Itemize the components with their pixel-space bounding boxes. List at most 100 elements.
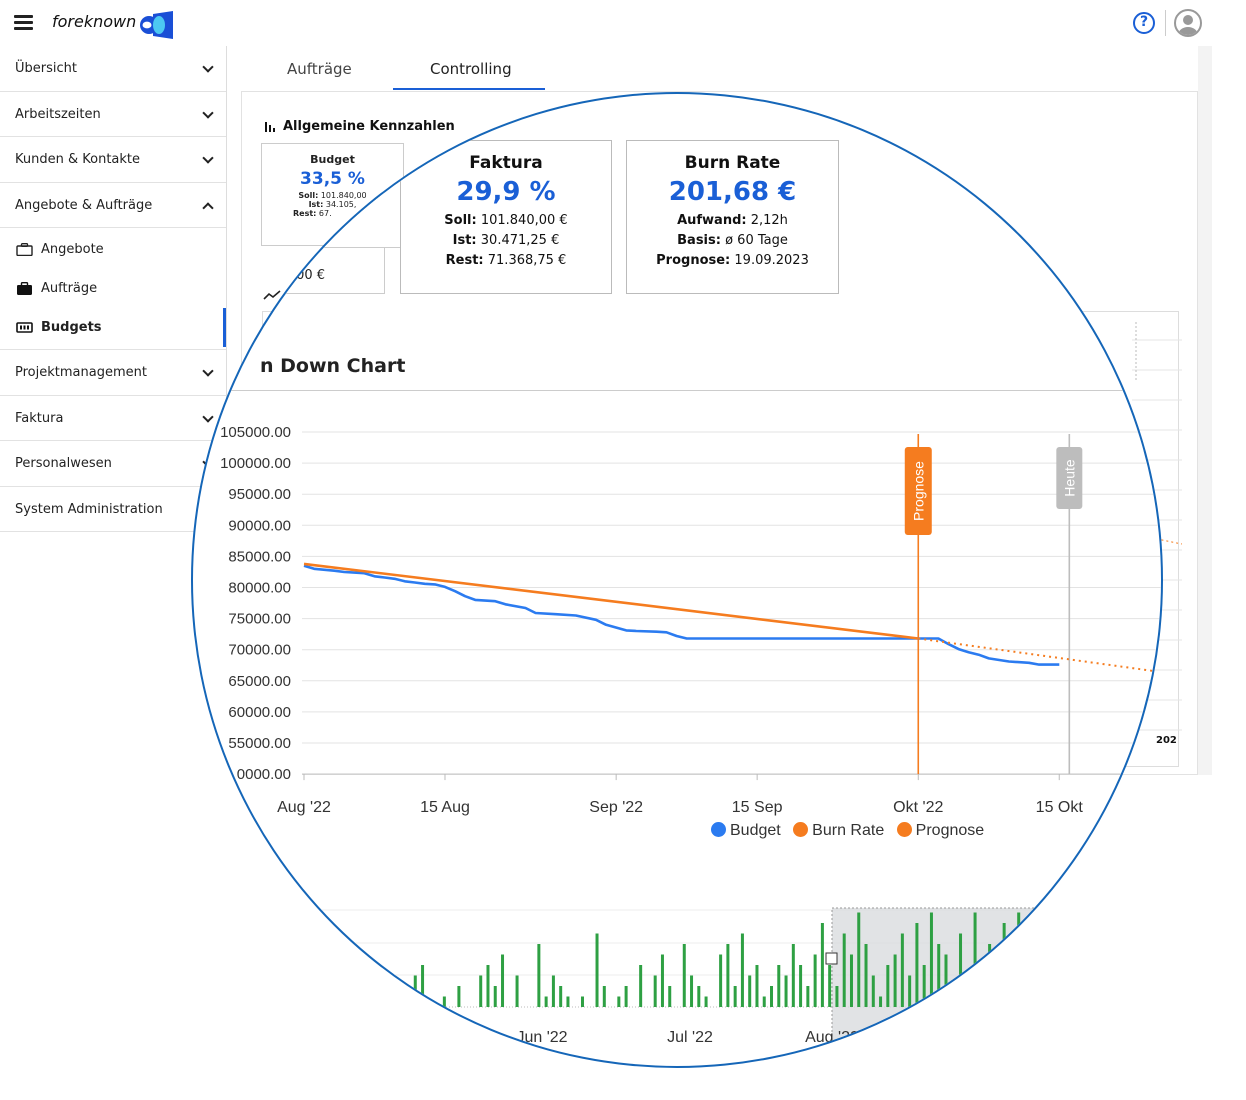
navigator-bar xyxy=(421,965,425,1007)
navigator-bar xyxy=(813,954,817,1007)
navigator-bar xyxy=(544,996,548,1007)
navigator-bar xyxy=(559,986,563,1007)
navigator-bar xyxy=(900,933,904,1007)
navigator-bar xyxy=(929,912,933,1007)
navigator-bar xyxy=(755,965,759,1007)
legend-item-prognose[interactable]: Prognose xyxy=(896,822,984,839)
navigator-bar xyxy=(457,986,461,1007)
navigator-bar xyxy=(479,975,483,1007)
briefcase-outline-icon xyxy=(16,243,33,256)
legend-item-budget[interactable]: Budget xyxy=(711,822,781,839)
navigator-bar xyxy=(319,986,323,1007)
legend-dot-icon xyxy=(896,822,912,837)
navigator-bar xyxy=(849,954,853,1007)
navigator-bar xyxy=(1039,933,1042,1007)
navigator-bar xyxy=(973,912,977,1007)
navigator-bar xyxy=(580,996,584,1007)
navigator-bar xyxy=(893,954,897,1007)
y-tick-label: 80000.00 xyxy=(228,580,291,597)
tab-auftraege[interactable]: Aufträge xyxy=(287,60,352,78)
series-line-prognose xyxy=(918,637,1161,674)
chevron-down-icon xyxy=(202,61,214,73)
navigator-bar xyxy=(777,965,781,1007)
y-tick-label: 100000.00 xyxy=(220,455,291,472)
navigator-bar xyxy=(551,975,555,1007)
navigator-bar xyxy=(1046,954,1050,1007)
navigator-bar xyxy=(1009,986,1013,1007)
navigator-bar xyxy=(1104,933,1108,1007)
navigator-bar xyxy=(762,996,766,1007)
navigator-bar xyxy=(922,965,926,1007)
navigator-bar xyxy=(566,996,570,1007)
legend-item-burn-rate[interactable]: Burn Rate xyxy=(793,822,884,839)
navigator-bar xyxy=(326,954,330,1007)
sidebar-item-uebersicht[interactable]: Übersicht xyxy=(0,46,226,92)
navigator-bar xyxy=(937,944,941,1007)
navigator-handle xyxy=(825,952,838,965)
navigator-bar xyxy=(384,996,388,1007)
x-tick-label: Aug '22 xyxy=(277,799,331,816)
y-tick-label: 60000.00 xyxy=(228,704,291,721)
y-tick-label: 0000.00 xyxy=(237,766,291,783)
navigator-bar xyxy=(988,944,992,1007)
brand-name[interactable]: foreknown xyxy=(52,12,136,31)
x-tick-label: 15 Aug xyxy=(420,799,470,816)
navigator-bar xyxy=(959,933,963,1007)
navigator-bar xyxy=(944,954,948,1007)
navigator-bar xyxy=(493,986,497,1007)
navigator-bar xyxy=(704,996,708,1007)
tab-bar: Aufträge Controlling xyxy=(228,46,1212,91)
navigator-x-tick-label: Jul '22 xyxy=(667,1029,713,1046)
magnified-layer: € ,00 € Budget 33,5 % Soll: 101.840,00 I… xyxy=(193,94,1161,1066)
active-tab-indicator xyxy=(393,88,545,90)
navigator-x-tick-label: Jun '22 xyxy=(516,1029,567,1046)
toolbar-divider xyxy=(1165,10,1166,36)
x-tick-label: Sep '22 xyxy=(589,799,643,816)
navigator-bar xyxy=(370,975,374,1007)
navigator-bar xyxy=(791,944,795,1007)
navigator-bar xyxy=(697,986,701,1007)
briefcase-filled-icon xyxy=(17,282,32,295)
navigator-bar xyxy=(501,954,505,1007)
navigator-x-tick-label: Aug '22 xyxy=(805,1029,859,1046)
navigator-bar xyxy=(602,986,606,1007)
navigator-bar xyxy=(828,965,832,1007)
navigator-bar xyxy=(908,975,912,1007)
navigator-bar xyxy=(399,986,403,1007)
navigator-bar xyxy=(653,975,657,1007)
page-scroll-gutter xyxy=(1198,46,1212,775)
tab-controlling[interactable]: Controlling xyxy=(430,60,512,78)
navigator-bar xyxy=(886,965,890,1007)
y-tick-label: 70000.00 xyxy=(228,642,291,659)
navigator-bar xyxy=(951,986,955,1007)
help-icon[interactable]: ? xyxy=(1133,12,1155,34)
navigator-bar xyxy=(668,986,672,1007)
budget-icon xyxy=(16,322,33,333)
top-bar: foreknown ? xyxy=(0,0,1212,46)
navigator-bar xyxy=(1068,944,1072,1007)
user-avatar-icon[interactable] xyxy=(1174,9,1202,37)
navigator-bar xyxy=(1097,923,1101,1007)
navigator-bar xyxy=(413,975,417,1007)
navigator-bar xyxy=(748,975,752,1007)
y-tick-label: 95000.00 xyxy=(228,486,291,503)
legend-dot-icon xyxy=(793,822,809,837)
y-tick-label: 85000.00 xyxy=(228,548,291,565)
navigator-bar xyxy=(806,986,810,1007)
hamburger-menu-icon[interactable] xyxy=(14,15,33,30)
navigator-bar xyxy=(879,996,883,1007)
navigator-bar xyxy=(595,933,599,1007)
navigator-bar xyxy=(1031,975,1035,1007)
navigator-bar xyxy=(1075,912,1079,1007)
navigator-bar xyxy=(1060,923,1064,1007)
magnifier-circle: € ,00 € Budget 33,5 % Soll: 101.840,00 I… xyxy=(191,92,1163,1068)
y-tick-label: 65000.00 xyxy=(228,673,291,690)
navigator-bar xyxy=(799,965,803,1007)
navigator-bar xyxy=(624,986,628,1007)
navigator-bar xyxy=(617,996,621,1007)
navigator-bar xyxy=(1082,965,1086,1007)
navigator-bar xyxy=(820,923,824,1007)
navigator-bar xyxy=(690,975,694,1007)
marker-label-heute: Heute xyxy=(1061,459,1077,497)
navigator-bar xyxy=(1089,975,1093,1007)
